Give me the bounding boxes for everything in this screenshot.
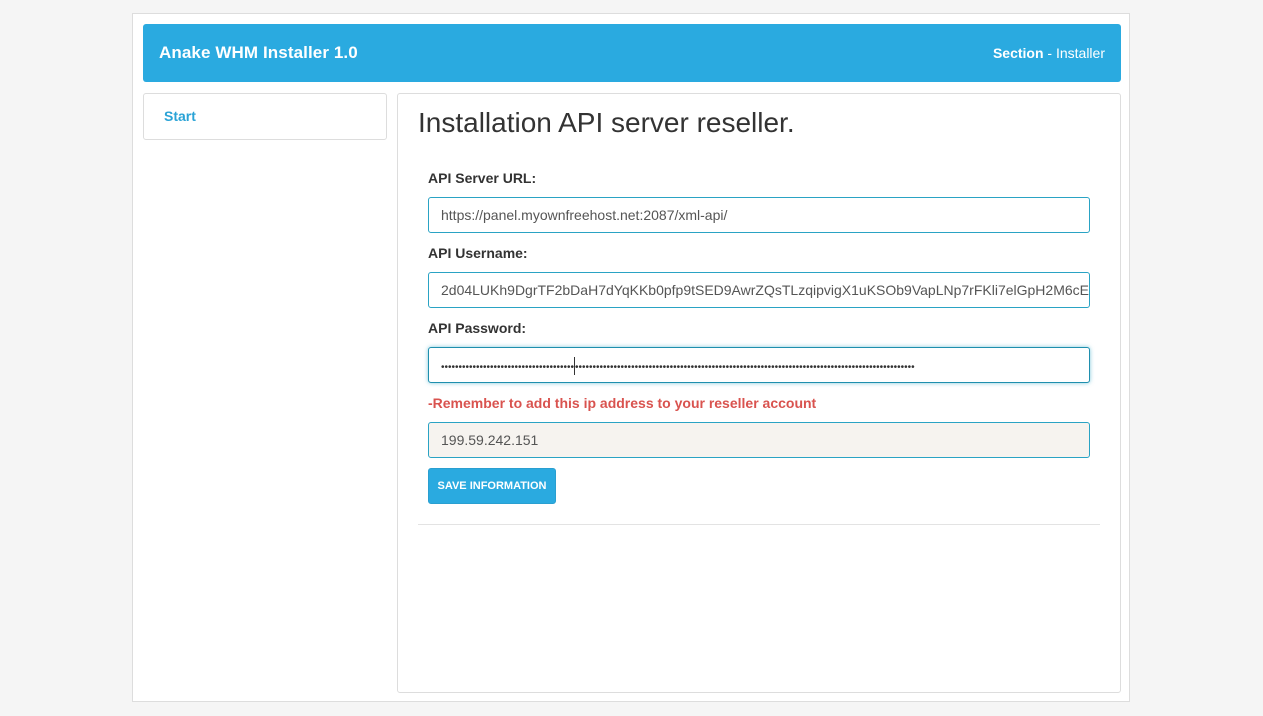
sidebar: Start	[143, 93, 387, 140]
api-password-input[interactable]: ••••••••••••••••••••••••••••••••••••••••…	[428, 347, 1090, 383]
section-label: Section	[992, 45, 1044, 61]
password-mask-after: ••••••••••••••••••••••••••••••••••••••••…	[575, 362, 915, 373]
password-mask-before: ••••••••••••••••••••••••••••••••••••••	[441, 362, 575, 373]
page-title: Installation API server reseller.	[418, 107, 795, 138]
divider	[418, 524, 1100, 525]
save-information-button[interactable]: SAVE INFORMATION	[428, 468, 556, 504]
api-username-label: API Username:	[428, 245, 528, 261]
section-value: - Installer	[1043, 45, 1105, 61]
api-url-label: API Server URL:	[428, 170, 537, 186]
breadcrumb: Section - Installer	[993, 45, 1105, 61]
api-url-input[interactable]: https://panel.myownfreehost.net:2087/xml…	[428, 197, 1090, 233]
main-panel: Installation API server reseller. API Se…	[397, 93, 1121, 693]
api-password-label: API Password:	[428, 320, 527, 336]
ip-warning-text: -Remember to add this ip address to your…	[428, 395, 817, 411]
api-username-value: 2d04LUKh9DgrTF2bDaH7dYqKKb0pfp9tSED9AwrZ…	[441, 282, 1090, 298]
ip-address-field: 199.59.242.151	[428, 422, 1090, 458]
page-container: Anake WHM Installer 1.0 Section - Instal…	[132, 13, 1130, 702]
ip-address-value: 199.59.242.151	[441, 432, 539, 448]
api-username-input[interactable]: 2d04LUKh9DgrTF2bDaH7dYqKKb0pfp9tSED9AwrZ…	[428, 272, 1090, 308]
app-title: Anake WHM Installer 1.0	[159, 43, 358, 62]
sidebar-item-start[interactable]: Start	[164, 108, 196, 124]
app-header: Anake WHM Installer 1.0 Section - Instal…	[143, 24, 1121, 82]
api-url-value: https://panel.myownfreehost.net:2087/xml…	[441, 207, 728, 223]
